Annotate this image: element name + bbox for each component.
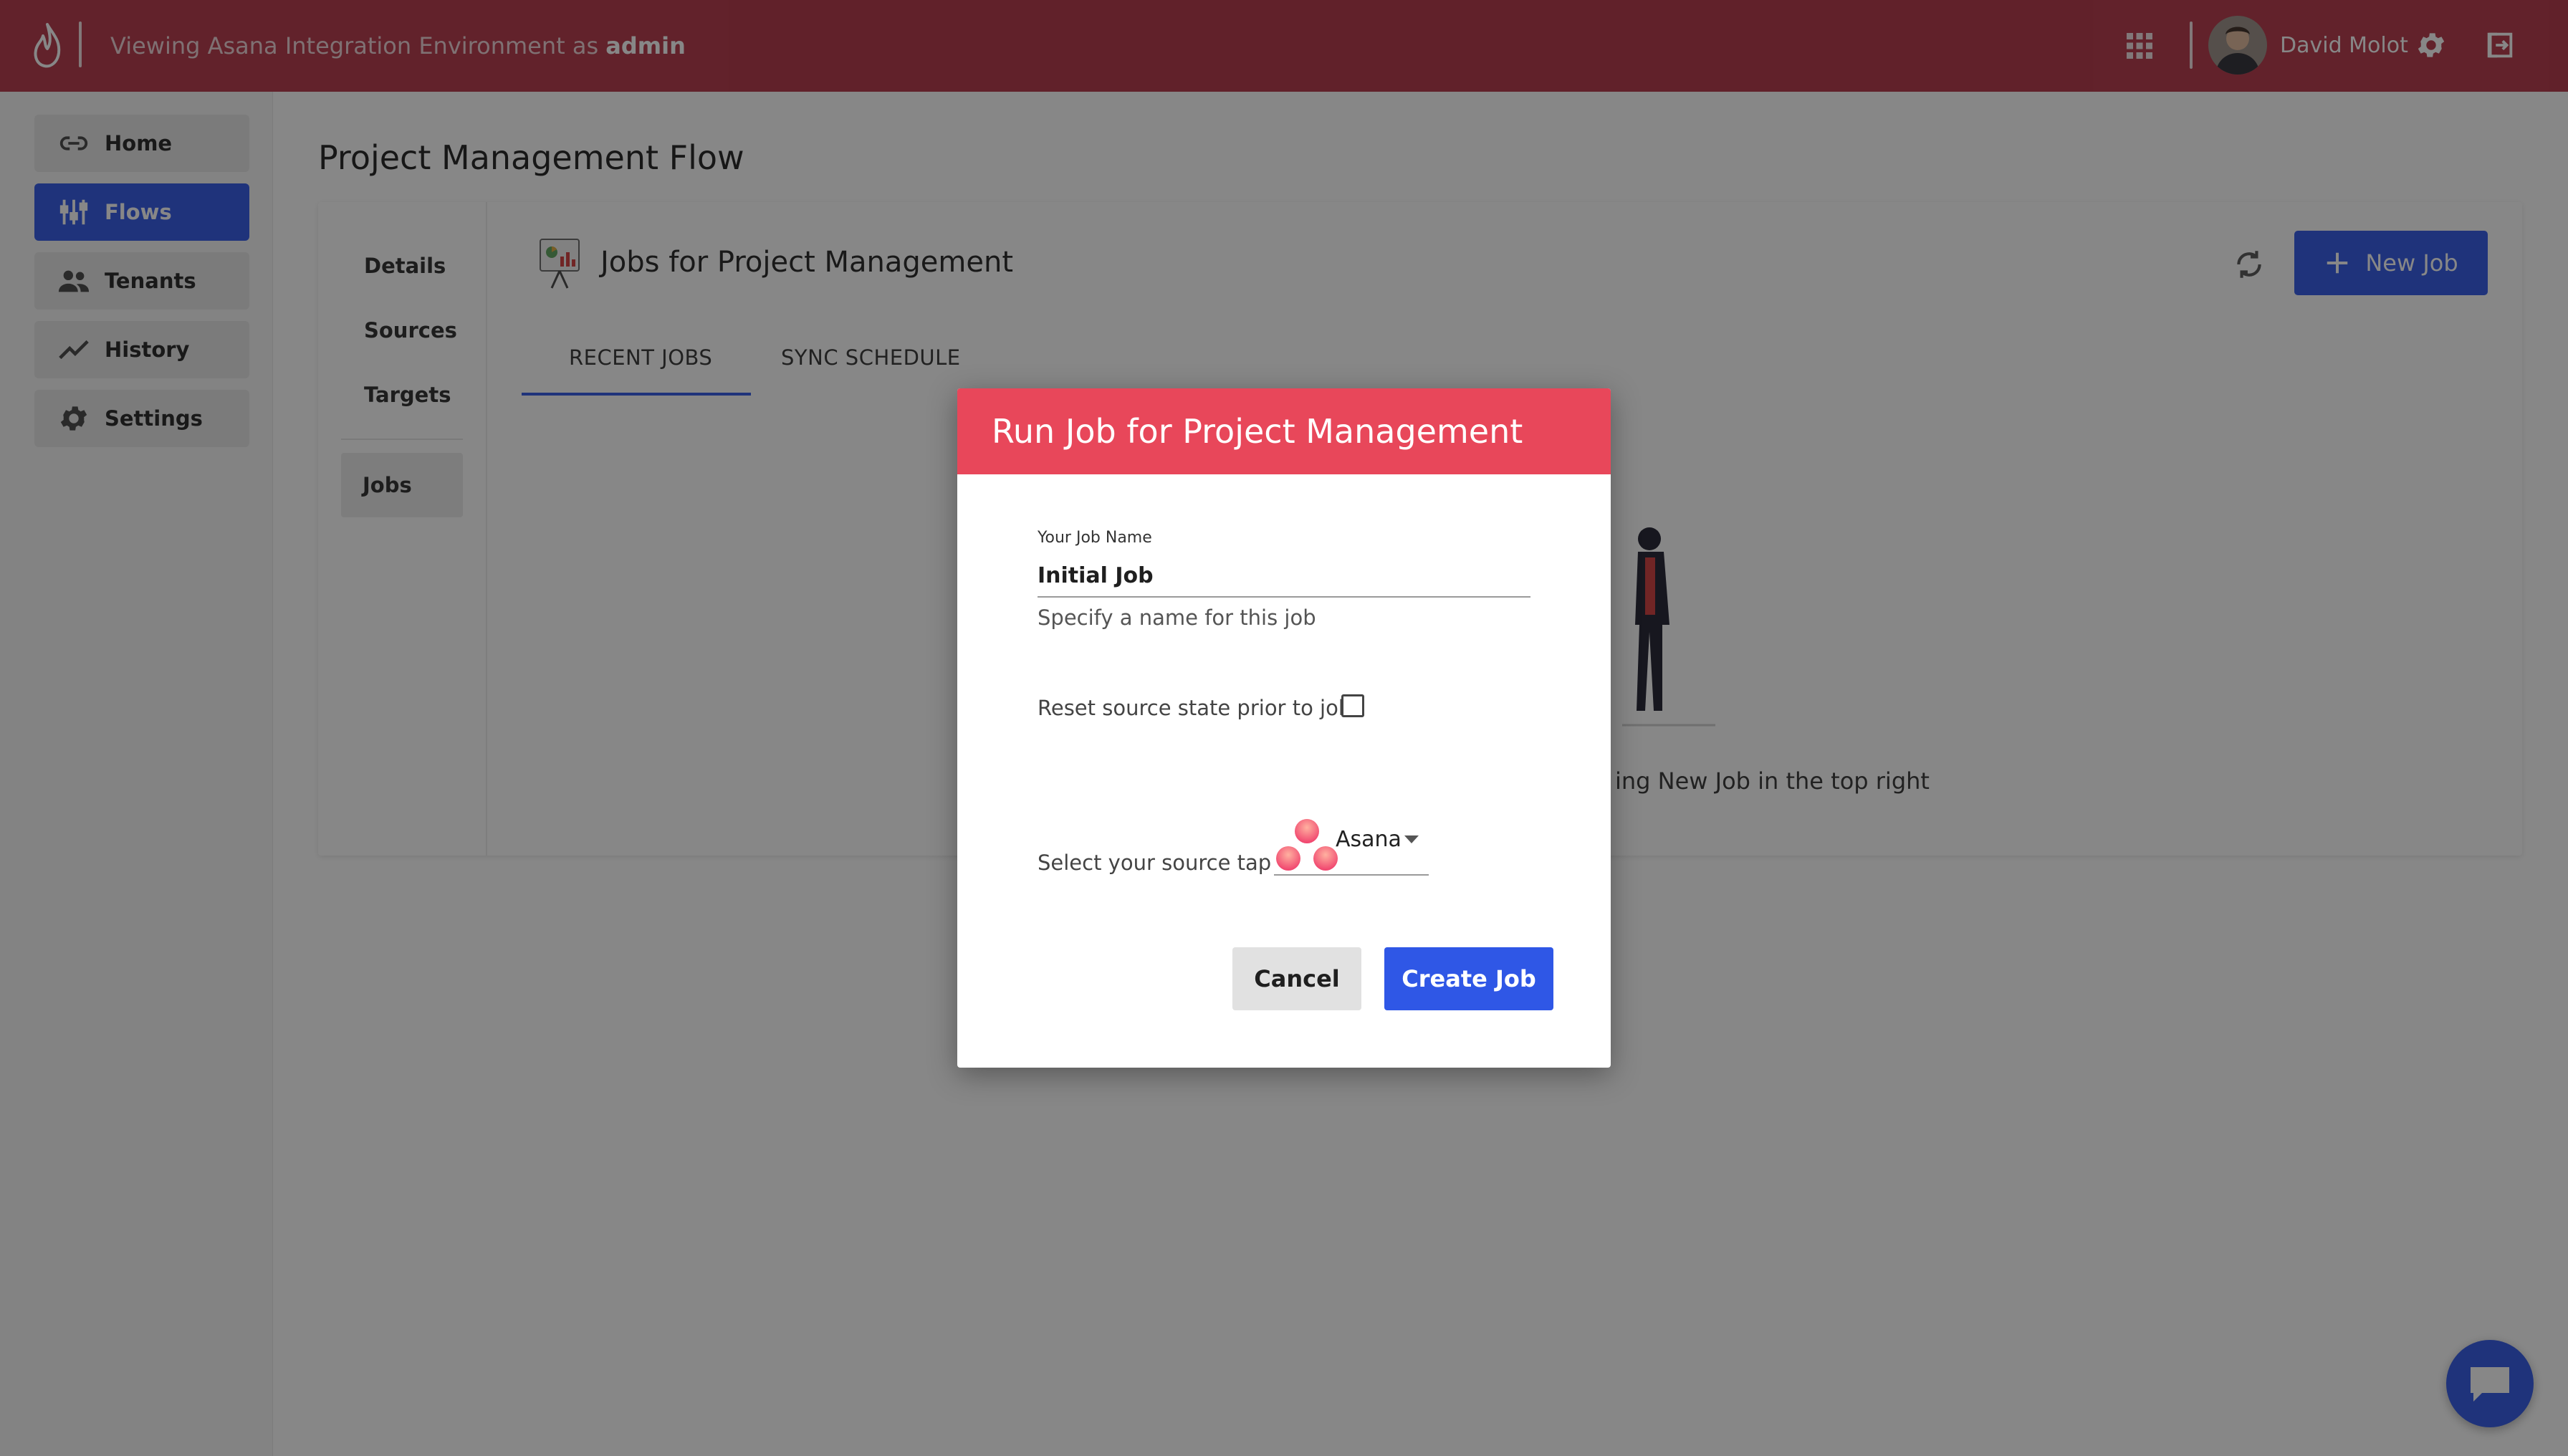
run-job-dialog: Run Job for Project Management Your Job …: [957, 388, 1611, 1068]
reset-state-checkbox[interactable]: [1341, 694, 1364, 717]
dialog-title: Run Job for Project Management: [992, 412, 1523, 451]
job-name-label: Your Job Name: [1038, 529, 1152, 547]
source-tap-select[interactable]: Asana: [1274, 814, 1429, 876]
source-tap-label: Select your source tap: [1038, 851, 1272, 875]
asana-logo-icon: [1276, 819, 1338, 871]
chevron-down-icon: [1404, 835, 1419, 843]
create-job-button[interactable]: Create Job: [1384, 947, 1553, 1010]
job-name-help: Specify a name for this job: [1038, 605, 1316, 630]
source-tap-value: Asana: [1336, 827, 1402, 852]
cancel-button[interactable]: Cancel: [1232, 947, 1361, 1010]
dialog-header: Run Job for Project Management: [957, 388, 1611, 474]
job-name-input[interactable]: [1038, 555, 1530, 598]
reset-state-label: Reset source state prior to job: [1038, 696, 1352, 720]
